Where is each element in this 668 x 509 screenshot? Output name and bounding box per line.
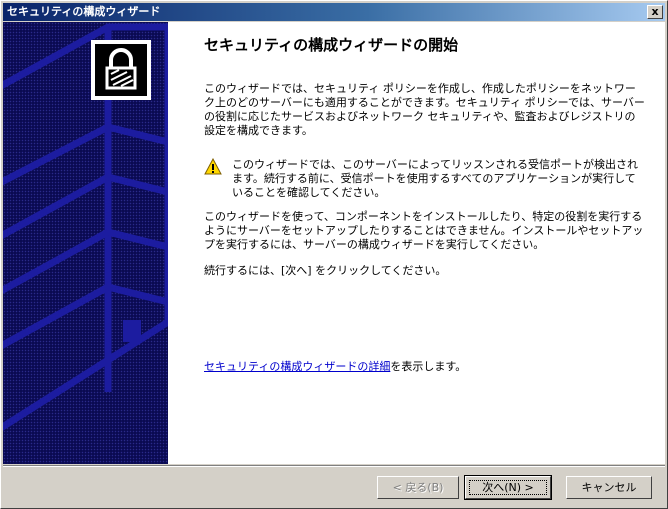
focus-rect	[469, 480, 547, 495]
next-button[interactable]: 次へ(N) >	[464, 475, 552, 500]
separator-highlight	[3, 466, 665, 467]
details-line: セキュリティの構成ウィザードの詳細を表示します。	[204, 360, 466, 374]
title-bar[interactable]: セキュリティの構成ウィザード x	[3, 3, 665, 21]
warning-text: このウィザードでは、このサーバーによってリッスンされる受信ポートが検出されます。…	[232, 158, 639, 199]
close-button[interactable]: x	[647, 5, 663, 19]
details-suffix: を表示します。	[390, 360, 467, 373]
details-link[interactable]: セキュリティの構成ウィザードの詳細	[204, 360, 390, 373]
back-button[interactable]: < 戻る(B)	[377, 476, 459, 499]
back-button-label: < 戻る(B)	[392, 481, 444, 494]
padlock-icon	[95, 44, 147, 96]
wizard-content: セキュリティの構成ウィザードの開始 このウィザードでは、セキュリティ ポリシーを…	[3, 22, 665, 464]
component-note: このウィザードを使って、コンポーネントをインストールしたり、特定の役割を実行する…	[204, 210, 644, 251]
main-panel: セキュリティの構成ウィザードの開始 このウィザードでは、セキュリティ ポリシーを…	[168, 22, 665, 464]
continue-note: 続行するには、[次へ] をクリックしてください。	[204, 264, 447, 277]
side-banner	[3, 22, 168, 464]
page-title: セキュリティの構成ウィザードの開始	[204, 36, 459, 54]
security-logo	[91, 40, 151, 100]
wizard-window: セキュリティの構成ウィザード x セキュリティの構成ウィザードの開始 このウィザ…	[0, 0, 668, 509]
warning-icon	[204, 157, 222, 176]
cancel-button-label: キャンセル	[581, 481, 637, 494]
window-title: セキュリティの構成ウィザード	[7, 5, 161, 18]
intro-text: このウィザードでは、セキュリティ ポリシーを作成し、作成したポリシーをネットワー…	[204, 82, 645, 137]
cancel-button[interactable]: キャンセル	[566, 476, 652, 499]
